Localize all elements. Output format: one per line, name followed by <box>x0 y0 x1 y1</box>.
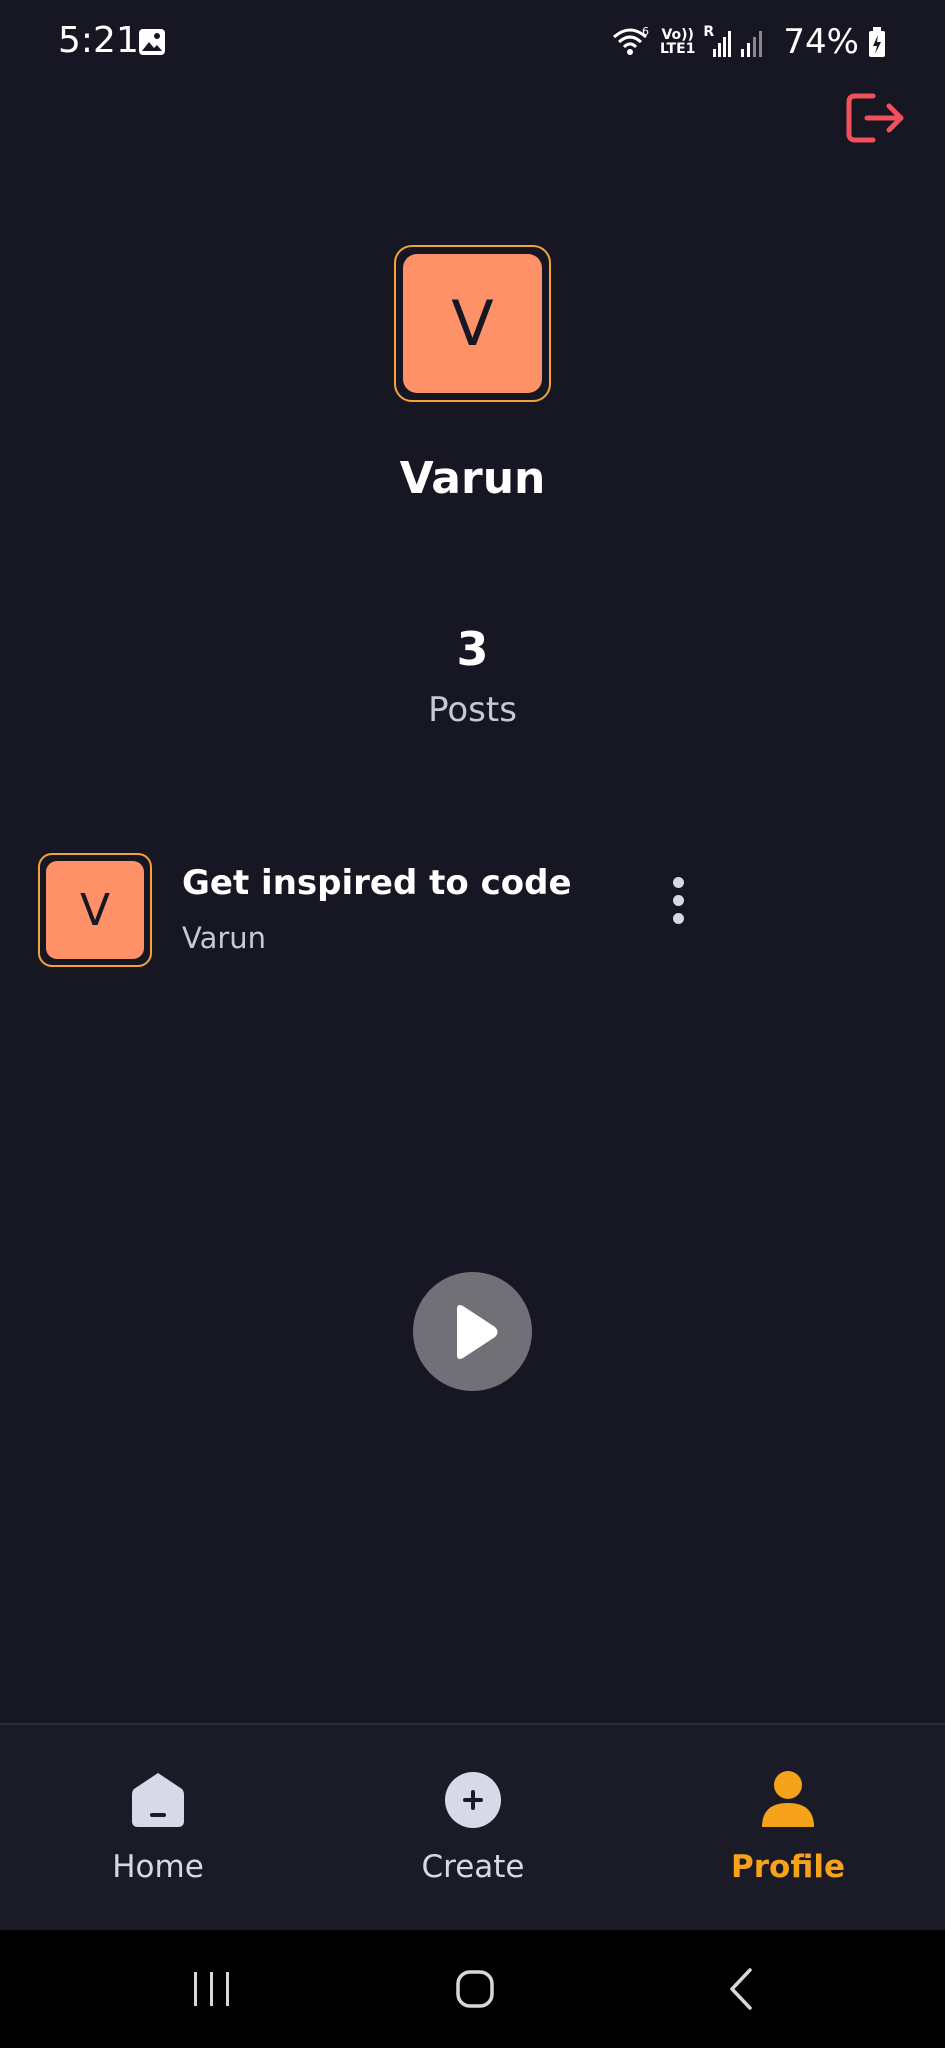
nav-profile-label: Profile <box>731 1849 845 1885</box>
post-item[interactable]: V Get inspired to code Varun <box>38 853 918 967</box>
signal-icon-sim2 <box>741 31 763 57</box>
status-bar: 5:21 6 Vo)) LTE1 R 74% <box>0 0 945 84</box>
nav-create[interactable]: Create <box>358 1725 588 1930</box>
nav-home-label: Home <box>112 1849 204 1885</box>
logout-icon <box>846 93 904 143</box>
recent-apps-button[interactable] <box>152 1930 272 2048</box>
battery-percent: 74% <box>783 22 859 62</box>
recent-apps-icon <box>194 1972 229 2006</box>
status-indicators: 6 Vo)) LTE1 R 74% <box>612 22 887 62</box>
logout-button[interactable] <box>843 88 907 148</box>
profile-name: Varun <box>399 453 546 504</box>
home-icon <box>132 1773 184 1827</box>
nav-home[interactable]: Home <box>43 1725 273 1930</box>
back-button[interactable] <box>682 1930 802 2048</box>
play-icon <box>456 1304 497 1359</box>
svg-text:6: 6 <box>642 25 649 38</box>
more-dot-icon <box>672 913 684 924</box>
post-author-avatar: V <box>38 853 152 967</box>
gallery-notification-icon <box>139 29 165 55</box>
back-chevron-icon <box>730 1968 752 2010</box>
post-avatar-letter: V <box>46 861 144 959</box>
posts-label: Posts <box>428 690 517 730</box>
home-circle-icon <box>456 1970 494 2008</box>
battery-charging-icon <box>869 27 885 57</box>
status-time: 5:21 <box>58 20 139 61</box>
bottom-navigation: Home Create Profile <box>0 1723 945 1930</box>
post-author: Varun <box>182 921 267 955</box>
more-dot-icon <box>672 877 684 888</box>
system-navigation-bar <box>0 1930 945 2048</box>
video-play-button[interactable] <box>413 1272 532 1391</box>
nav-create-label: Create <box>421 1849 525 1885</box>
profile-avatar-letter: V <box>403 254 542 393</box>
nav-profile[interactable]: Profile <box>673 1725 903 1930</box>
profile-avatar: V <box>394 245 551 402</box>
roaming-signal: R <box>703 25 732 59</box>
post-title: Get inspired to code <box>182 863 572 903</box>
posts-count: 3 <box>456 622 489 676</box>
volte-indicator: Vo)) LTE1 <box>659 27 696 57</box>
profile-screen: 5:21 6 Vo)) LTE1 R 74% V Varun 3 Posts V… <box>0 0 945 2048</box>
wifi-icon: 6 <box>612 25 649 55</box>
home-system-button[interactable] <box>415 1930 535 2048</box>
plus-circle-icon <box>445 1772 501 1828</box>
signal-icon-sim1 <box>713 31 732 57</box>
post-more-options-button[interactable] <box>658 873 698 933</box>
person-icon <box>762 1771 814 1827</box>
more-dot-icon <box>672 895 684 906</box>
